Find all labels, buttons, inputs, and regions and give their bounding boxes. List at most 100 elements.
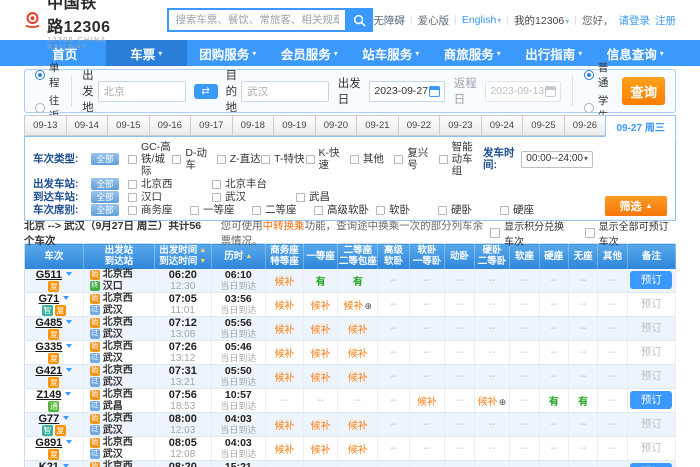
date-tab-09-16[interactable]: 09-16: [149, 115, 192, 136]
expand-caret-icon[interactable]: [66, 344, 72, 348]
date-tab-09-13[interactable]: 09-13: [24, 115, 67, 136]
train-number-link[interactable]: G485: [35, 317, 62, 329]
date-tab-09-25[interactable]: 09-25: [522, 115, 565, 136]
expand-caret-icon[interactable]: [66, 320, 72, 324]
filter-checkbox-复兴号[interactable]: 复兴号: [394, 147, 438, 171]
select-all-button[interactable]: 全部: [91, 191, 119, 203]
expand-caret-icon[interactable]: [66, 440, 72, 444]
filter-checkbox-商务座[interactable]: 商务座: [128, 204, 190, 216]
filter-checkbox-北京丰台[interactable]: 北京丰台: [212, 178, 296, 190]
query-button[interactable]: 查询: [622, 77, 665, 105]
expand-caret-icon[interactable]: [65, 392, 71, 396]
transfer-link[interactable]: 中转换乘: [263, 220, 305, 232]
nav-item-出行指南[interactable]: 出行指南▾: [513, 40, 595, 66]
train-number-link[interactable]: Z149: [36, 389, 61, 401]
train-number-link[interactable]: G71: [38, 293, 59, 305]
nav-item-团购服务[interactable]: 团购服务▾: [187, 40, 269, 66]
date-tab-09-19[interactable]: 09-19: [273, 115, 316, 136]
book-button[interactable]: 预订: [630, 439, 672, 457]
top-link-3[interactable]: English▾: [462, 14, 501, 26]
column-header-出发时间[interactable]: 出发时间▲到达时间▼: [154, 244, 211, 269]
date-tab-09-14[interactable]: 09-14: [66, 115, 109, 136]
depart-date-input[interactable]: 2023-09-27: [369, 81, 445, 102]
train-number-link[interactable]: G421: [35, 365, 62, 377]
from-input[interactable]: [98, 81, 186, 102]
depart-time: 07:56: [155, 389, 211, 401]
filter-checkbox-武汉[interactable]: 武汉: [212, 191, 296, 203]
book-button[interactable]: 预订: [630, 295, 672, 313]
expand-caret-icon[interactable]: [66, 272, 72, 276]
seat-cell: --: [568, 316, 597, 340]
calendar-icon[interactable]: [429, 86, 440, 97]
top-link-1[interactable]: 无障碍: [373, 13, 405, 28]
register-link[interactable]: 注册: [655, 13, 676, 28]
train-number-link[interactable]: G891: [35, 437, 62, 449]
filter-checkbox-智能动车组[interactable]: 智能动车组: [439, 141, 483, 177]
date-tab-09-21[interactable]: 09-21: [356, 115, 399, 136]
date-tab-09-22[interactable]: 09-22: [398, 115, 441, 136]
nav-item-商旅服务[interactable]: 商旅服务▾: [432, 40, 514, 66]
filter-checkbox-D-动车[interactable]: D-动车: [172, 147, 216, 171]
train-number-link[interactable]: G335: [35, 341, 62, 353]
book-button[interactable]: 预订: [630, 463, 672, 467]
nav-item-会员服务[interactable]: 会员服务▾: [269, 40, 351, 66]
filter-checkbox-一等座[interactable]: 一等座: [190, 204, 252, 216]
book-button[interactable]: 预订: [630, 391, 672, 409]
book-button[interactable]: 预订: [630, 319, 672, 337]
train-number-link[interactable]: K21: [39, 461, 59, 467]
filter-checkbox-硬座[interactable]: 硬座: [500, 204, 562, 216]
expand-caret-icon[interactable]: [63, 416, 69, 420]
select-all-button[interactable]: 全部: [91, 178, 119, 190]
filter-checkbox-高级软卧[interactable]: 高级软卧: [314, 204, 376, 216]
filter-checkbox-其他[interactable]: 其他: [350, 153, 394, 165]
filter-checkbox-K-快速[interactable]: K-快速: [306, 147, 350, 171]
filter-checkbox-汉口[interactable]: 汉口: [128, 191, 212, 203]
date-tab-09-26[interactable]: 09-26: [564, 115, 607, 136]
filter-checkbox-二等座[interactable]: 二等座: [252, 204, 314, 216]
expand-caret-icon[interactable]: [63, 464, 69, 467]
select-all-button[interactable]: 全部: [91, 204, 119, 216]
swap-stations-icon[interactable]: ⇄: [194, 84, 218, 99]
filter-checkbox-北京西[interactable]: 北京西: [128, 178, 212, 190]
depart-time-select[interactable]: 00:00--24:00▾: [521, 151, 593, 168]
book-button[interactable]: 预订: [630, 343, 672, 361]
date-tab-09-23[interactable]: 09-23: [439, 115, 482, 136]
search-button[interactable]: [345, 8, 373, 32]
book-button[interactable]: 预订: [630, 367, 672, 385]
filter-checkbox-T-特快[interactable]: T-特快: [261, 153, 305, 165]
book-button[interactable]: 预订: [630, 415, 672, 433]
train-number-link[interactable]: G511: [36, 269, 62, 281]
nav-item-车票[interactable]: 车票▾: [106, 40, 188, 66]
expand-caret-icon[interactable]: [66, 368, 72, 372]
filter-checkbox-硬卧[interactable]: 硬卧: [438, 204, 500, 216]
train-number-link[interactable]: G77: [38, 413, 59, 425]
display-checkbox-显示积分兑换车次[interactable]: 显示积分兑换车次: [490, 218, 573, 248]
date-tab-selected[interactable]: 09-27 周三: [605, 115, 676, 137]
filter-collapse-button[interactable]: 筛选 ▲: [605, 196, 667, 216]
date-tab-09-17[interactable]: 09-17: [190, 115, 233, 136]
search-input[interactable]: [167, 8, 345, 32]
to-input[interactable]: [241, 81, 329, 102]
book-button[interactable]: 预订: [630, 271, 672, 289]
expand-caret-icon[interactable]: [63, 296, 69, 300]
date-tab-09-24[interactable]: 09-24: [481, 115, 524, 136]
date-tab-09-15[interactable]: 09-15: [107, 115, 150, 136]
date-tab-09-18[interactable]: 09-18: [232, 115, 275, 136]
filter-checkbox-Z-直达[interactable]: Z-直达: [217, 153, 261, 165]
nav-item-站车服务[interactable]: 站车服务▾: [350, 40, 432, 66]
return-date-input[interactable]: 2023-09-13: [485, 81, 561, 102]
origin-station-type-icon: 始: [90, 342, 100, 352]
select-all-button[interactable]: 全部: [91, 153, 119, 165]
calendar-icon[interactable]: [545, 86, 556, 97]
seat-cell: 候补: [303, 316, 338, 340]
top-link-2[interactable]: 爱心版: [418, 13, 450, 28]
filter-checkbox-GC-高铁/城际[interactable]: GC-高铁/城际: [128, 141, 172, 177]
filter-checkbox-软卧[interactable]: 软卧: [376, 204, 438, 216]
display-checkbox-显示全部可预订车次[interactable]: 显示全部可预订车次: [585, 218, 676, 248]
top-link-4[interactable]: 我的12306▾: [514, 13, 569, 28]
passenger-type-option-普通[interactable]: 普通: [584, 60, 609, 90]
login-link[interactable]: 请登录: [619, 13, 651, 28]
filter-checkbox-武昌[interactable]: 武昌: [296, 191, 380, 203]
trip-type-option-单程[interactable]: 单程: [35, 60, 60, 90]
date-tab-09-20[interactable]: 09-20: [315, 115, 358, 136]
